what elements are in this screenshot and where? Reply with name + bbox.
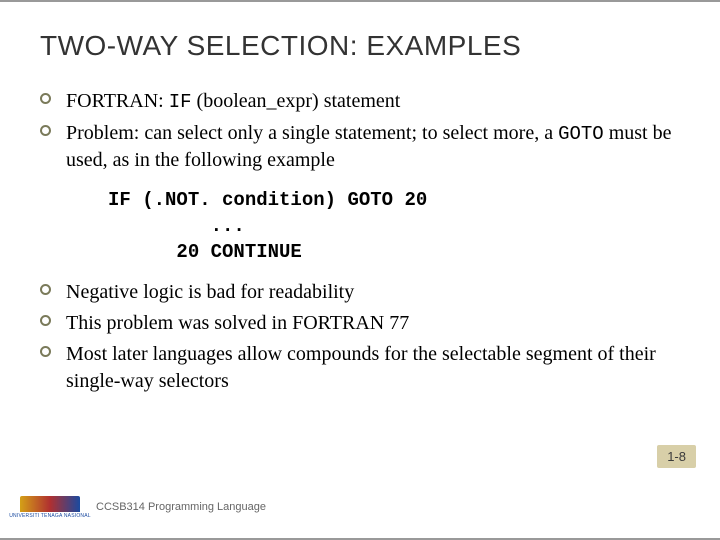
bullet-icon [40, 284, 51, 295]
footer: UNIVERSITI TENAGA NASIONAL CCSB314 Progr… [0, 488, 720, 526]
bullet-text-pre: Problem: can select only a single statem… [66, 122, 558, 144]
bullet-item: FORTRAN: IF (boolean_expr) statement [40, 88, 680, 116]
course-label: CCSB314 Programming Language [96, 501, 266, 513]
slide: TWO-WAY SELECTION: EXAMPLES FORTRAN: IF … [0, 0, 720, 540]
logo-text: UNIVERSITI TENAGA NASIONAL [9, 513, 91, 519]
bullet-code: GOTO [558, 123, 604, 145]
bullet-item: Negative logic is bad for readability [40, 279, 680, 306]
slide-title: TWO-WAY SELECTION: EXAMPLES [40, 30, 680, 62]
bullet-icon [40, 315, 51, 326]
bullet-text-post: (boolean_expr) statement [192, 90, 401, 112]
bullet-icon [40, 93, 51, 104]
bullet-text: Negative logic is bad for readability [66, 281, 354, 303]
code-line: ... [108, 215, 245, 237]
bullet-code: IF [169, 91, 192, 113]
code-line: 20 CONTINUE [108, 241, 302, 263]
bullet-icon [40, 346, 51, 357]
bullet-text: Most later languages allow compounds for… [66, 343, 656, 392]
bullet-icon [40, 125, 51, 136]
logo-graphic [20, 496, 80, 512]
bullet-text: This problem was solved in FORTRAN 77 [66, 312, 409, 334]
bullet-text-pre: FORTRAN: [66, 90, 169, 112]
bullet-item: This problem was solved in FORTRAN 77 [40, 310, 680, 337]
bullet-item: Problem: can select only a single statem… [40, 120, 680, 175]
page-number: 1-8 [657, 445, 696, 468]
bullet-list-2: Negative logic is bad for readability Th… [40, 279, 680, 395]
logo: UNIVERSITI TENAGA NASIONAL [14, 488, 86, 526]
code-line: IF (.NOT. condition) GOTO 20 [108, 189, 427, 211]
bullet-item: Most later languages allow compounds for… [40, 341, 680, 395]
code-block: IF (.NOT. condition) GOTO 20 ... 20 CONT… [108, 188, 680, 265]
bullet-list-1: FORTRAN: IF (boolean_expr) statement Pro… [40, 88, 680, 174]
